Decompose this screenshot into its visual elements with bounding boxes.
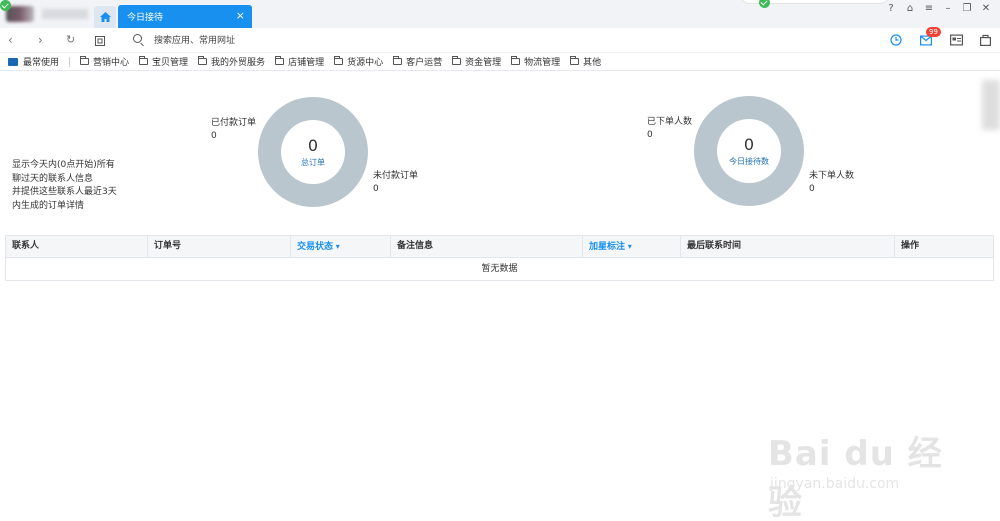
home-icon — [99, 12, 111, 22]
today-reception-caption: 今日接待数 — [729, 156, 769, 166]
column-trade-status[interactable]: 交易状态 — [291, 236, 391, 257]
bookmark-logistics[interactable]: 物流管理 — [511, 55, 560, 68]
column-remarks: 备注信息 — [391, 236, 583, 257]
column-last-contact-time: 最后联系时间 — [681, 236, 895, 257]
bookmark-label: 我的外贸服务 — [211, 58, 266, 68]
column-order-number: 订单号 — [148, 236, 291, 257]
column-star-mark[interactable]: 加星标注 — [583, 236, 681, 257]
search-input[interactable] — [154, 34, 554, 47]
description-line: 内生成的订单详情 — [12, 200, 85, 211]
tab-label: 今日接待 — [127, 13, 164, 23]
contacts-table: 联系人 订单号 交易状态 备注信息 加星标注 最后联系时间 操作 暂无数据 — [5, 235, 994, 281]
description-line: 并提供这些联系人最近3天 — [12, 187, 117, 197]
bookmark-label: 客户运营 — [406, 58, 443, 68]
table-header: 联系人 订单号 交易状态 备注信息 加星标注 最后联系时间 操作 — [6, 236, 993, 258]
back-icon[interactable]: ‹ — [8, 33, 13, 47]
ordered-customers-value: 0 — [647, 130, 653, 140]
column-actions: 操作 — [901, 241, 920, 251]
bookmark-label: 其他 — [583, 58, 602, 68]
folder-icon — [452, 56, 462, 65]
description-text: 显示今天内(0点开始)所有 聊过天的联系人信息 并提供这些联系人最近3天 内生成… — [12, 159, 132, 213]
home-tab[interactable] — [94, 6, 116, 28]
watermark-url: jingyan.baidu.com — [770, 476, 900, 492]
not-ordered-customers-stat: 未下单人数 0 — [809, 170, 854, 196]
bookmark-label: 店铺管理 — [288, 58, 325, 68]
folder-icon — [275, 56, 285, 65]
help-icon[interactable]: ? — [885, 3, 897, 14]
nav-bar: ‹ › ↻ — [0, 28, 1000, 53]
bag-icon[interactable] — [980, 34, 991, 46]
folder-icon — [393, 56, 403, 65]
title-bar: 今日接待 × ? ⌂ ≡ – ❐ ✕ — [0, 0, 1000, 28]
bookmark-label: 最常使用 — [23, 58, 60, 68]
paid-orders-label: 已付款订单 — [211, 118, 257, 128]
bookmark-products[interactable]: 宝贝管理 — [139, 55, 188, 68]
window-close-icon[interactable]: ✕ — [980, 3, 992, 14]
bookmark-label: 资金管理 — [465, 58, 502, 68]
unpaid-orders-stat: 未付款订单 0 — [373, 170, 418, 196]
user-name — [42, 9, 88, 19]
search-icon — [133, 34, 142, 43]
mail-badge: 99 — [926, 27, 941, 37]
online-check-icon — [0, 0, 11, 11]
page-icon[interactable] — [95, 35, 105, 47]
bookmark-customers[interactable]: 客户运营 — [393, 55, 442, 68]
folder-icon — [80, 56, 90, 65]
unpaid-orders-label: 未付款订单 — [373, 171, 419, 181]
ordered-customers-label: 已下单人数 — [647, 117, 693, 127]
watermark: Bai du 经验 jingyan.baidu.com — [768, 418, 958, 521]
unpaid-orders-value: 0 — [373, 184, 379, 194]
not-ordered-customers-value: 0 — [809, 184, 815, 194]
paid-orders-stat: 已付款订单 0 — [211, 117, 256, 143]
minimize-icon[interactable]: – — [942, 3, 954, 14]
bookmark-label: 物流管理 — [524, 58, 561, 68]
watermark-logo: Bai du 经验 — [768, 434, 943, 521]
close-icon[interactable]: × — [236, 9, 245, 22]
paid-orders-value: 0 — [211, 131, 217, 141]
total-orders-donut: 0 总订单 — [258, 97, 368, 207]
briefcase-icon — [8, 57, 18, 66]
status-check-icon — [759, 0, 770, 8]
card-icon[interactable] — [950, 34, 963, 46]
folder-icon — [334, 56, 344, 65]
bookmark-sourcing[interactable]: 货源中心 — [334, 55, 383, 68]
bookmark-most-used[interactable]: 最常使用 — [8, 55, 59, 68]
total-orders-caption: 总订单 — [301, 157, 325, 167]
bookmark-shop[interactable]: 店铺管理 — [275, 55, 324, 68]
bookmark-label: 营销中心 — [93, 58, 130, 68]
folder-icon — [139, 56, 149, 65]
column-contact: 联系人 — [6, 236, 148, 257]
folder-icon — [511, 56, 521, 65]
clock-icon[interactable] — [890, 34, 902, 46]
today-reception-value: 0 — [743, 134, 755, 154]
today-reception-donut: 0 今日接待数 — [694, 96, 804, 206]
total-orders-value: 0 — [307, 135, 319, 155]
menu-icon[interactable]: ≡ — [923, 3, 935, 14]
folder-icon — [198, 56, 208, 65]
ordered-customers-stat: 已下单人数 0 — [647, 116, 692, 142]
divider — [69, 56, 71, 67]
tab-today-reception[interactable]: 今日接待 × — [118, 5, 252, 28]
bookmark-trade-services[interactable]: 我的外贸服务 — [198, 55, 265, 68]
description-line: 显示今天内(0点开始)所有 — [12, 160, 115, 170]
side-widget — [982, 80, 1000, 130]
donut-center: 0 今日接待数 — [717, 119, 781, 183]
empty-state: 暂无数据 — [481, 264, 518, 274]
bookmark-label: 货源中心 — [347, 58, 384, 68]
skin-icon[interactable]: ⌂ — [904, 3, 916, 14]
donut-center: 0 总订单 — [281, 120, 345, 184]
bookmark-other[interactable]: 其他 — [570, 55, 601, 68]
forward-icon[interactable]: › — [38, 33, 43, 47]
window-controls: ? ⌂ ≡ – ❐ ✕ — [885, 3, 992, 14]
bookmark-marketing[interactable]: 营销中心 — [80, 55, 129, 68]
bookmark-label: 宝贝管理 — [152, 58, 189, 68]
refresh-icon[interactable]: ↻ — [66, 33, 75, 46]
not-ordered-customers-label: 未下单人数 — [809, 171, 855, 181]
description-line: 聊过天的联系人信息 — [12, 173, 94, 184]
restore-icon[interactable]: ❐ — [961, 3, 973, 14]
bookmarks-bar: 最常使用 营销中心 宝贝管理 我的外贸服务 店铺管理 货源中心 客户运营 资金管… — [0, 53, 1000, 71]
folder-icon — [570, 56, 580, 65]
avatar[interactable] — [6, 6, 34, 22]
bookmark-funds[interactable]: 资金管理 — [452, 55, 501, 68]
